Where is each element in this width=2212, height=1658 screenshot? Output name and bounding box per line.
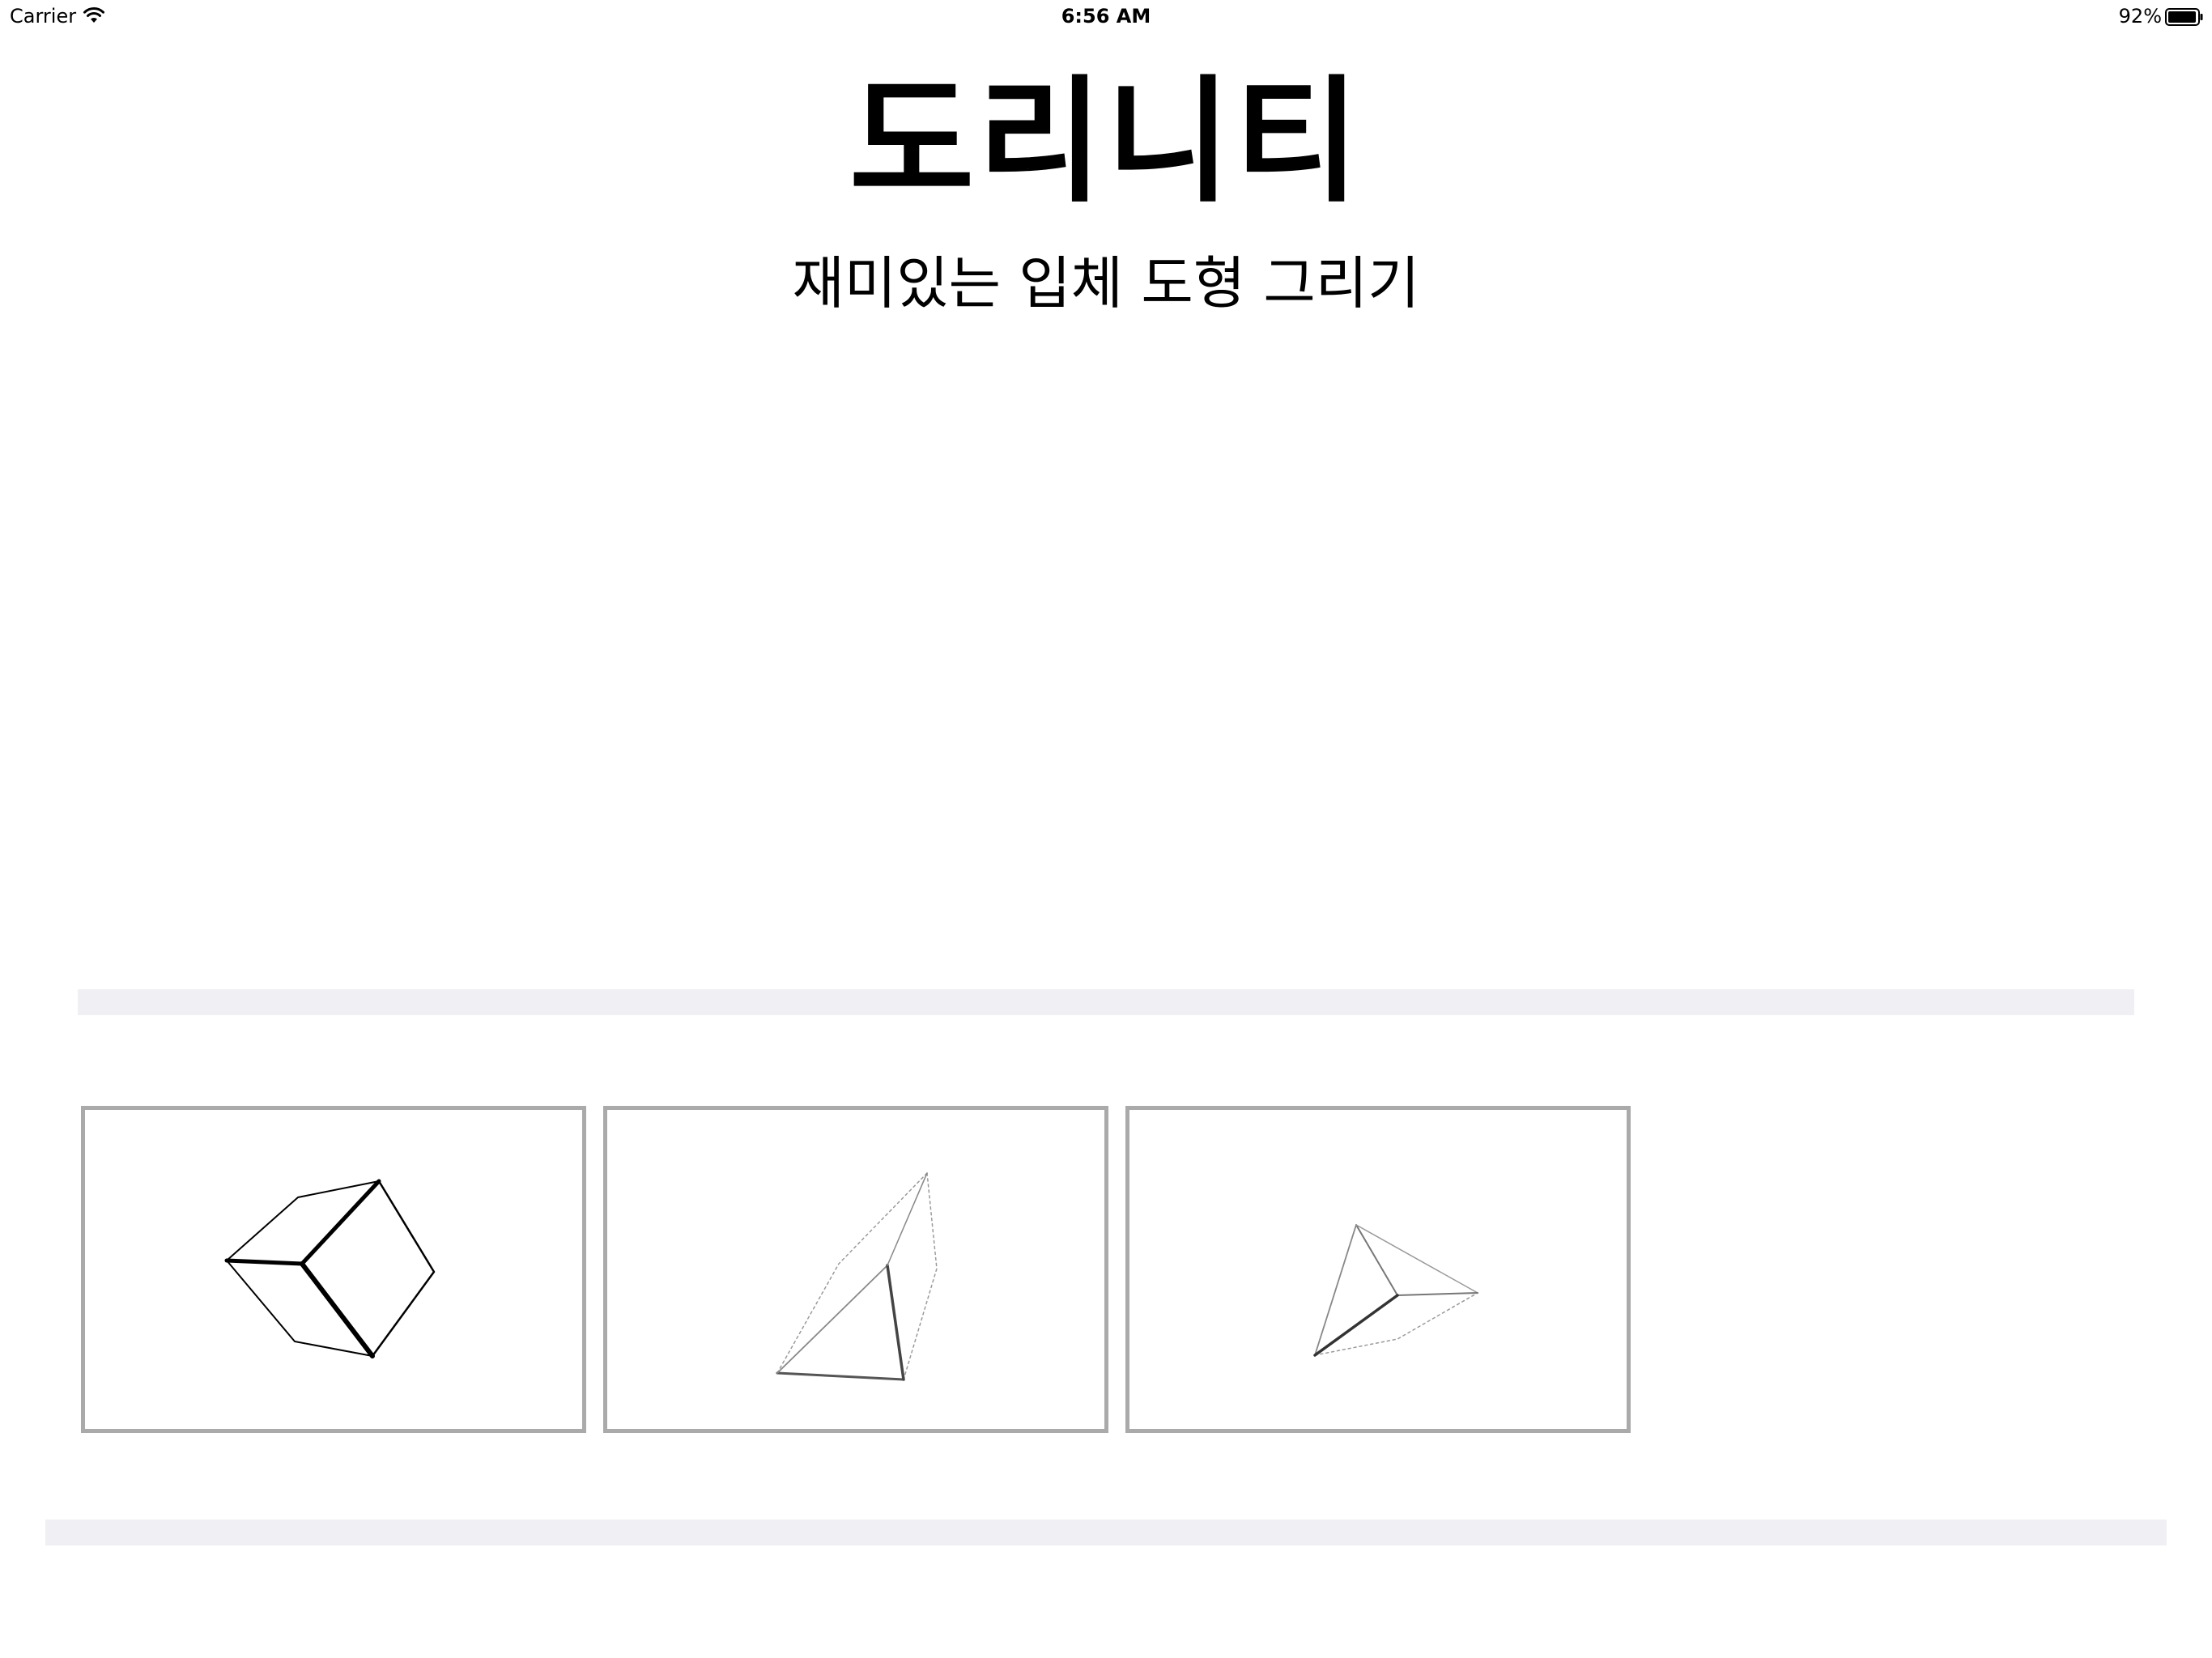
shape-card-tetrahedron[interactable] <box>1125 1106 1631 1433</box>
app-title: 도리니티 <box>849 62 1363 221</box>
pyramid-icon <box>776 1172 938 1381</box>
battery-percentage: 92% <box>2118 5 2162 28</box>
tetrahedron-icon <box>1313 1224 1478 1357</box>
shape-card-cube[interactable] <box>81 1106 586 1433</box>
battery-icon <box>2165 8 2203 26</box>
clock: 6:56 AM <box>1061 5 1151 28</box>
shape-card-pyramid[interactable] <box>603 1106 1108 1433</box>
cube-icon <box>224 1179 436 1358</box>
section-divider-top <box>78 989 2134 1015</box>
status-bar: Carrier 6:56 AM 92% <box>0 0 2212 32</box>
section-divider-bottom <box>45 1520 2167 1545</box>
app-subtitle: 재미있는 입체 도형 그리기 <box>792 250 1420 317</box>
